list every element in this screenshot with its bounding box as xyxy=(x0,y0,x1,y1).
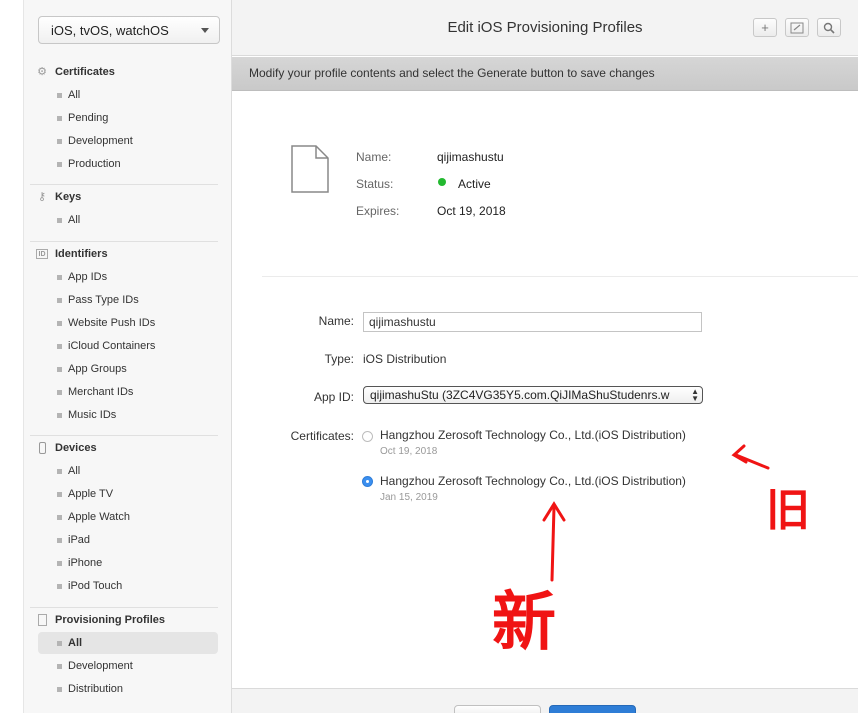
sidebar-divider xyxy=(30,435,218,436)
summary-status-label: Status: xyxy=(356,177,394,191)
platform-select[interactable]: iOS, tvOS, watchOS xyxy=(38,16,220,44)
banner-text: Modify your profile contents and select … xyxy=(249,66,655,80)
sidebar-item-merchant-ids[interactable]: Merchant IDs xyxy=(38,381,218,403)
annotation-arrowhead-old xyxy=(731,444,748,464)
sidebar-divider xyxy=(30,607,218,608)
name-label: Name: xyxy=(318,314,354,328)
app-id-select[interactable]: qijimashuStu (3ZC4VG35Y5.com.QiJIMaShuSt… xyxy=(363,386,703,404)
sidebar-item-profiles-all[interactable]: All xyxy=(38,632,218,654)
annotation-old-label: 旧 xyxy=(766,485,810,536)
annotation-arrow-new xyxy=(550,505,556,582)
sidebar-item-app-ids[interactable]: App IDs xyxy=(38,266,218,288)
certificate-date-2: Jan 15, 2019 xyxy=(380,492,438,503)
sidebar-item-ipad[interactable]: iPad xyxy=(38,529,218,551)
annotation-new-label: 新 xyxy=(492,586,556,660)
generate-button[interactable] xyxy=(549,705,636,713)
section-divider xyxy=(262,276,858,277)
search-icon xyxy=(823,22,835,34)
profile-document-icon xyxy=(291,145,329,193)
summary-name-value: qijimashustu xyxy=(437,150,504,164)
search-button[interactable] xyxy=(817,18,841,37)
sidebar-item-music-ids[interactable]: Music IDs xyxy=(38,404,218,426)
sidebar-item-pass-type-ids[interactable]: Pass Type IDs xyxy=(38,289,218,311)
annotation-arrowhead-new xyxy=(542,501,566,522)
add-icon: + xyxy=(761,20,769,35)
header: Edit iOS Provisioning Profiles + xyxy=(232,0,858,56)
sidebar-divider xyxy=(30,241,218,242)
document-icon xyxy=(36,613,48,627)
sidebar-item-certificates-pending[interactable]: Pending xyxy=(38,107,218,129)
sidebar-item-apple-watch[interactable]: Apple Watch xyxy=(38,506,218,528)
sidebar-item-profiles-distribution[interactable]: Distribution xyxy=(38,678,218,700)
platform-select-value: iOS, tvOS, watchOS xyxy=(51,23,169,38)
status-dot xyxy=(438,178,446,186)
sidebar-item-certificates-development[interactable]: Development xyxy=(38,130,218,152)
cancel-button[interactable] xyxy=(454,705,541,713)
certificate-name-2: Hangzhou Zerosoft Technology Co., Ltd.(i… xyxy=(380,474,686,488)
sidebar-item-icloud-containers[interactable]: iCloud Containers xyxy=(38,335,218,357)
certificate-radio-2[interactable] xyxy=(362,476,373,487)
summary-status-value: Active xyxy=(458,177,491,191)
id-icon: ID xyxy=(36,249,48,259)
type-value: iOS Distribution xyxy=(363,352,447,366)
sidebar-item-certificates-all[interactable]: All xyxy=(38,84,218,106)
footer-bar xyxy=(232,688,858,713)
summary-expires-label: Expires: xyxy=(356,204,400,218)
certificates-label: Certificates: xyxy=(290,429,354,443)
edit-icon xyxy=(790,22,804,34)
sidebar-item-keys-all[interactable]: All xyxy=(38,209,218,231)
sidebar-item-website-push-ids[interactable]: Website Push IDs xyxy=(38,312,218,334)
chevron-down-icon xyxy=(201,28,209,33)
certificate-date-1: Oct 19, 2018 xyxy=(380,446,438,457)
add-button[interactable]: + xyxy=(753,18,777,37)
type-label: Type: xyxy=(324,352,354,366)
summary-name-label: Name: xyxy=(356,150,392,164)
sidebar-item-apple-tv[interactable]: Apple TV xyxy=(38,483,218,505)
annotation-arrow-old xyxy=(734,453,770,470)
certificate-name-1: Hangzhou Zerosoft Technology Co., Ltd.(i… xyxy=(380,428,686,442)
info-banner: Modify your profile contents and select … xyxy=(232,57,858,91)
stepper-icon: ▲ ▼ xyxy=(691,387,699,403)
device-icon xyxy=(36,441,48,455)
sidebar-item-app-groups[interactable]: App Groups xyxy=(38,358,218,380)
sidebar-item-iphone[interactable]: iPhone xyxy=(38,552,218,574)
sidebar-gutter xyxy=(0,0,24,713)
app-id-label: App ID: xyxy=(313,390,354,404)
sidebar-divider xyxy=(30,184,218,185)
certificate-radio-1[interactable] xyxy=(362,431,373,442)
summary-expires-value: Oct 19, 2018 xyxy=(437,204,506,218)
edit-button[interactable] xyxy=(785,18,809,37)
sidebar-item-ipod-touch[interactable]: iPod Touch xyxy=(38,575,218,597)
sidebar-item-certificates-production[interactable]: Production xyxy=(38,153,218,175)
certificate-icon: ⚙ xyxy=(37,66,47,78)
profile-name-input[interactable] xyxy=(363,312,702,332)
sidebar-item-profiles-development[interactable]: Development xyxy=(38,655,218,677)
key-icon: ⚷ xyxy=(37,191,47,203)
app-id-select-value: qijimashuStu (3ZC4VG35Y5.com.QiJIMaShuSt… xyxy=(370,388,670,402)
sidebar-item-devices-all[interactable]: All xyxy=(38,460,218,482)
